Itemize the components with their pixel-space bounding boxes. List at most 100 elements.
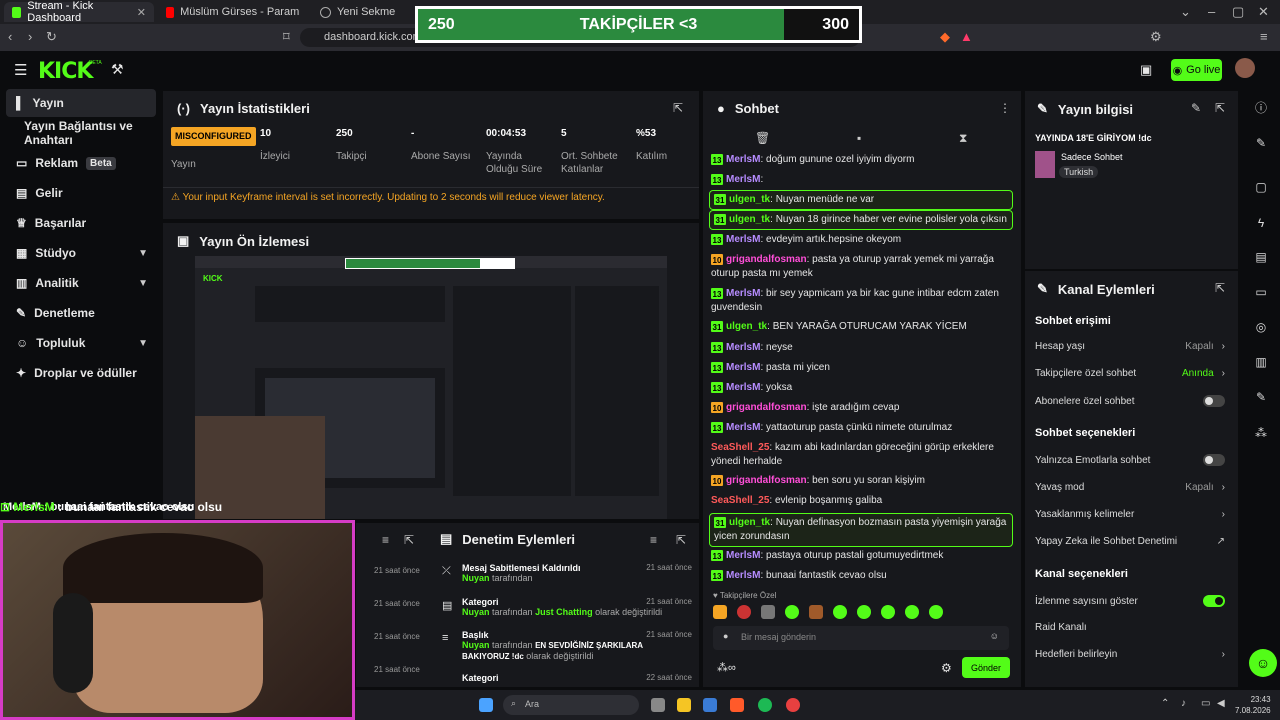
spotify-icon[interactable] — [758, 698, 772, 712]
tab-new[interactable]: Yeni Sekme — [312, 2, 412, 22]
chat-message[interactable]: 13 MerlsM: bir sey yapmicam ya bir kac gu… — [711, 287, 1015, 315]
chat-username[interactable]: SeaShell_25 — [711, 495, 769, 506]
lightning-icon[interactable]: ϟ — [1251, 213, 1271, 233]
windows-start-icon[interactable] — [479, 698, 493, 712]
broadcast-icon[interactable]: ◎ — [1251, 317, 1271, 337]
tray-chevron-icon[interactable]: ⌃ — [1161, 698, 1169, 709]
back-icon[interactable]: ‹ — [8, 29, 12, 44]
emote-icon[interactable] — [833, 605, 847, 619]
chat-username[interactable]: MerlsM — [726, 570, 760, 581]
hammer-icon[interactable]: ⚒ — [111, 61, 124, 78]
chat-username[interactable]: grigandalfosman — [726, 475, 807, 486]
chat-bubble-icon[interactable]: ▭ — [1251, 282, 1271, 302]
chat-message[interactable]: 31 ulgen_tk: BEN YARAĞA OTURUCAM YARAK Yİ… — [711, 320, 1015, 334]
volume-icon[interactable]: ◀ — [1217, 698, 1225, 709]
chat-username[interactable]: MerlsM — [726, 342, 760, 353]
emote-icon[interactable] — [905, 605, 919, 619]
chat-username[interactable]: SeaShell_25 — [711, 442, 769, 453]
chat-message[interactable]: 13 MerlsM: pasta mi yicen — [711, 361, 1015, 375]
chat-username[interactable]: ulgen_tk — [729, 517, 770, 528]
extensions-icon[interactable]: ⚙ — [1150, 29, 1162, 45]
hamburger-menu-icon[interactable]: ☰ — [14, 61, 27, 79]
sidebar-item-analitik[interactable]: ▥ Analitik ▼ — [6, 269, 156, 297]
help-chat-icon[interactable]: ☺ — [1249, 649, 1277, 677]
layout-icon[interactable]: ▥ — [1251, 352, 1271, 372]
sidebar-item-gelir[interactable]: ▤ Gelir — [6, 179, 156, 207]
reload-icon[interactable]: ↻ — [46, 29, 57, 45]
chat-username[interactable]: ulgen_tk — [729, 214, 770, 225]
sidebar-item-droplar[interactable]: ✦ Droplar ve ödüller — [6, 359, 156, 387]
chat-bubble-icon[interactable]: ▪ — [857, 131, 861, 145]
brave-icon[interactable] — [730, 698, 744, 712]
sidebar-item-stream-key[interactable]: Yayın Bağlantısı ve Anahtarı — [6, 119, 156, 147]
forward-icon[interactable]: › — [28, 29, 32, 44]
chat-message[interactable]: 13 MerlsM: neyse — [711, 341, 1015, 355]
chat-message[interactable]: SeaShell_25: kazım abi kadınlardan görec… — [711, 441, 1015, 469]
document-icon[interactable]: ▤ — [1251, 247, 1271, 267]
rewards-icon[interactable]: ▲ — [960, 29, 973, 44]
filter-icon[interactable]: ≡ — [382, 533, 389, 547]
go-live-button[interactable]: ◉ Go live — [1171, 59, 1222, 81]
sidebar-item-studyo[interactable]: ▦ Stüdyo ▼ — [6, 239, 156, 267]
emote-icon[interactable] — [761, 605, 775, 619]
obs-icon[interactable] — [786, 698, 800, 712]
emote-icon[interactable] — [713, 605, 727, 619]
clip-icon[interactable]: ▢ — [1251, 177, 1271, 197]
send-button[interactable]: Gönder — [962, 657, 1010, 678]
chat-message[interactable]: 13 MerlsM: evdeyim artık.hepsine okeyom — [711, 233, 1015, 247]
edit-icon[interactable]: ✎ — [1251, 133, 1271, 153]
chat-message[interactable]: 13 MerlsM: doğum gunune ozel iyiyim diyor… — [711, 153, 1015, 167]
settings-gear-icon[interactable]: ⚙ — [941, 661, 952, 675]
chat-message[interactable]: 10 grigandalfosman: pasta ya oturup yarra… — [711, 253, 1015, 281]
sidebar-item-topluluk[interactable]: ☺ Topluluk ▼ — [6, 329, 156, 357]
chat-username[interactable]: MerlsM — [726, 382, 760, 393]
sidebar-item-yayin[interactable]: ▌ Yayın — [6, 89, 156, 117]
edit-icon[interactable]: ✎ — [1191, 101, 1201, 115]
chat-message[interactable]: 31 ulgen_tk: Nuyan menüde ne var — [709, 190, 1013, 210]
slow-mode-row[interactable]: Yavaş mod Kapalı › — [1035, 482, 1225, 493]
chat-message[interactable]: 13 MerlsM: bunaai fantastik cevao olsu — [711, 569, 1015, 583]
raid-channel-row[interactable]: Raid Kanalı — [1035, 622, 1225, 633]
chat-username[interactable]: grigandalfosman — [726, 254, 807, 265]
popout-icon[interactable]: ⇱ — [673, 101, 683, 115]
chat-message[interactable]: 10 grigandalfosman: ben soru yu soran kiş… — [711, 474, 1015, 488]
emote-only-row[interactable]: Yalnızca Emotlarla sohbet — [1035, 454, 1225, 466]
chat-username[interactable]: MerlsM — [726, 362, 760, 373]
hourglass-icon[interactable]: ⧗ — [959, 131, 967, 146]
popout-icon[interactable]: ⇱ — [1215, 281, 1225, 295]
chat-username[interactable]: MerlsM — [726, 550, 760, 561]
sidebar-item-reklam[interactable]: ▭ Reklam Beta — [6, 149, 156, 177]
subscribers-only-toggle[interactable] — [1203, 395, 1225, 407]
subscribers-only-row[interactable]: Abonelere özel sohbet — [1035, 395, 1225, 407]
chat-username[interactable]: MerlsM — [726, 288, 760, 299]
menu-icon[interactable]: ≡ — [1260, 29, 1268, 44]
taskbar-search[interactable]: ⌕ Ara — [503, 695, 639, 715]
task-view-icon[interactable] — [651, 698, 665, 712]
bookmark-icon[interactable]: ⌑ — [283, 29, 290, 45]
info-icon[interactable]: ⓘ — [1251, 97, 1271, 117]
chat-username[interactable]: MerlsM — [726, 154, 760, 165]
banned-words-row[interactable]: Yasaklanmış kelimeler › — [1035, 509, 1225, 520]
chat-message[interactable]: 31 ulgen_tk: Nuyan 18 girince haber ver e… — [709, 210, 1013, 230]
emote-icon[interactable] — [881, 605, 895, 619]
chat-message[interactable]: 13 MerlsM: — [711, 173, 1015, 187]
popout-icon[interactable]: ⇱ — [1215, 101, 1225, 115]
apps-icon[interactable]: ⁂ — [1251, 423, 1271, 443]
ai-moderation-row[interactable]: Yapay Zeka ile Sohbet Denetimi ↗ — [1035, 536, 1225, 547]
mic-icon[interactable]: ♪ — [1181, 698, 1186, 709]
emote-icon[interactable] — [857, 605, 871, 619]
emote-icon[interactable] — [929, 605, 943, 619]
sidebar-item-basarilar[interactable]: ♕ Başarılar — [6, 209, 156, 237]
chat-message[interactable]: 13 MerlsM: yattaoturup pasta çünkü nimete… — [711, 421, 1015, 435]
file-explorer-icon[interactable] — [677, 698, 691, 712]
show-viewcount-row[interactable]: İzlenme sayısını göster — [1035, 595, 1225, 607]
chat-username[interactable]: grigandalfosman — [726, 402, 807, 413]
show-viewcount-toggle[interactable] — [1203, 595, 1225, 607]
emoji-icon[interactable]: ☺ — [990, 631, 999, 641]
chat-tools-icon[interactable]: ⁂∞ — [717, 661, 736, 674]
close-tab-icon[interactable]: ✕ — [137, 6, 146, 19]
chat-username[interactable]: ulgen_tk — [729, 194, 770, 205]
emote-only-toggle[interactable] — [1203, 454, 1225, 466]
preview-video[interactable]: KICK — [195, 256, 667, 519]
chat-message[interactable]: 13 MerlsM: yoksa — [711, 381, 1015, 395]
